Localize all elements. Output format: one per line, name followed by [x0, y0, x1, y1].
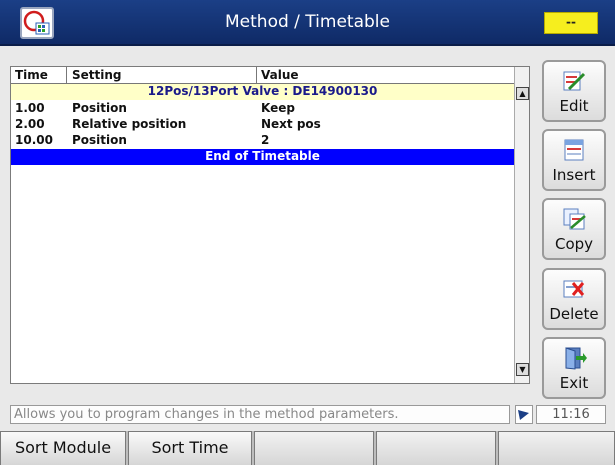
exit-button[interactable]: Exit [542, 337, 606, 399]
table-scrollbar[interactable]: ▲ ▼ [514, 67, 529, 383]
row-value: Keep [261, 101, 295, 115]
table-row[interactable]: 10.00 Position 2 [11, 133, 514, 149]
column-header-value: Value [261, 68, 299, 82]
status-message: Allows you to program changes in the met… [10, 405, 510, 424]
status-indicator-icon [515, 405, 533, 424]
row-setting: Relative position [72, 117, 187, 131]
row-time: 1.00 [15, 101, 45, 115]
insert-button-label: Insert [552, 166, 596, 184]
row-setting: Position [72, 101, 127, 115]
softkey-empty-3[interactable] [254, 431, 374, 465]
delete-icon [561, 277, 587, 301]
pencil-icon [561, 69, 587, 93]
row-setting: Position [72, 133, 127, 147]
exit-button-label: Exit [559, 374, 589, 392]
copy-icon [561, 207, 587, 231]
softkey-empty-5[interactable] [498, 431, 615, 465]
insert-button[interactable]: Insert [542, 129, 606, 191]
exit-door-icon [561, 346, 587, 370]
scroll-down-icon[interactable]: ▼ [516, 363, 529, 376]
scroll-up-icon[interactable]: ▲ [516, 87, 529, 100]
page-title: Method / Timetable [225, 12, 390, 32]
row-value: 2 [261, 133, 270, 147]
end-of-timetable-row[interactable]: End of Timetable [11, 149, 514, 165]
edit-button[interactable]: Edit [542, 60, 606, 122]
table-header: Time Setting Value [11, 67, 514, 84]
softkey-empty-4[interactable] [376, 431, 496, 465]
status-badge: -- [544, 12, 598, 34]
sort-module-button[interactable]: Sort Module [0, 431, 126, 465]
insert-row-icon [561, 138, 587, 162]
timetable-table: Time Setting Value 12Pos/13Port Valve : … [10, 66, 530, 384]
column-header-setting: Setting [72, 68, 122, 82]
row-value: Next pos [261, 117, 321, 131]
module-row-label: 12Pos/13Port Valve : DE14900130 [147, 84, 378, 98]
row-time: 2.00 [15, 117, 45, 131]
table-row[interactable]: 1.00 Position Keep [11, 101, 514, 117]
table-row[interactable]: 2.00 Relative position Next pos [11, 117, 514, 133]
title-bar: Method / Timetable -- [0, 0, 615, 46]
sort-time-button[interactable]: Sort Time [128, 431, 252, 465]
edit-button-label: Edit [559, 97, 589, 115]
row-time: 10.00 [15, 133, 53, 147]
column-header-time: Time [15, 68, 48, 82]
clock: 11:16 [536, 405, 606, 424]
copy-button-label: Copy [554, 235, 594, 253]
delete-button[interactable]: Delete [542, 268, 606, 330]
module-row[interactable]: 12Pos/13Port Valve : DE14900130 [11, 84, 514, 100]
copy-button[interactable]: Copy [542, 198, 606, 260]
softkey-bar: Sort Module Sort Time [0, 431, 615, 465]
delete-button-label: Delete [549, 305, 599, 323]
end-of-timetable-label: End of Timetable [205, 149, 320, 163]
